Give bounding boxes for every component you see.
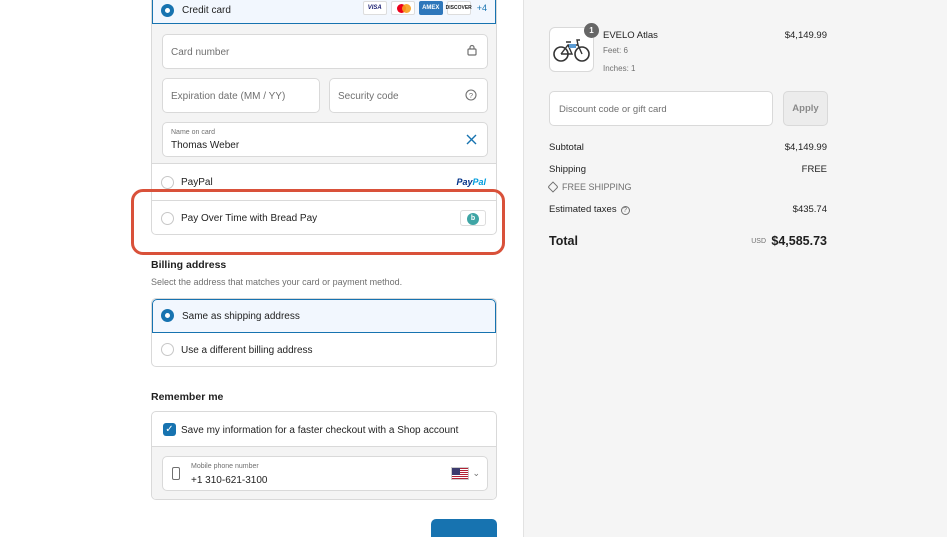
- us-flag-icon[interactable]: [451, 467, 469, 480]
- more-cards-count[interactable]: +4: [477, 3, 487, 13]
- billing-subtitle: Select the address that matches your car…: [151, 277, 403, 287]
- different-address-label: Use a different billing address: [181, 345, 313, 356]
- taxes-help-icon[interactable]: ?: [620, 206, 630, 215]
- card-number-placeholder: Card number: [171, 47, 230, 58]
- subtotal-value: $4,149.99: [784, 142, 827, 153]
- payment-option-credit-card[interactable]: Credit card VISA AMEX DISCOVER +4: [152, 0, 496, 24]
- same-address-radio[interactable]: [161, 309, 174, 322]
- product-name: EVELO Atlas: [603, 30, 658, 41]
- free-shipping-text: FREE SHIPPING: [562, 182, 632, 192]
- total-value: $4,585.73: [771, 234, 827, 248]
- product-price: $4,149.99: [784, 30, 827, 41]
- order-summary-panel: [523, 0, 947, 537]
- pay-now-button[interactable]: [431, 519, 497, 537]
- same-address-label: Same as shipping address: [182, 311, 300, 322]
- paypal-logo-part-b: Pal: [472, 177, 486, 187]
- subtotal-label: Subtotal: [549, 142, 584, 153]
- clear-icon[interactable]: [466, 134, 477, 148]
- different-address-radio[interactable]: [161, 343, 174, 356]
- credit-card-radio[interactable]: [161, 4, 174, 17]
- total-label: Total: [549, 234, 578, 248]
- expiration-date-field[interactable]: Expiration date (MM / YY): [162, 78, 320, 113]
- phone-icon: [172, 467, 180, 480]
- help-icon[interactable]: ?: [465, 89, 477, 104]
- product-variant-inches: Inches: 1: [603, 64, 636, 73]
- credit-card-form: Card number Expiration date (MM / YY) Se…: [152, 24, 496, 164]
- visa-icon: VISA: [362, 1, 387, 15]
- billing-option-different[interactable]: Use a different billing address: [152, 333, 496, 366]
- expiration-placeholder: Expiration date (MM / YY): [171, 91, 286, 102]
- billing-option-same[interactable]: Same as shipping address: [152, 299, 496, 333]
- discount-code-input[interactable]: Discount code or gift card: [549, 91, 773, 126]
- shipping-label: Shipping: [549, 164, 586, 175]
- discover-icon: DISCOVER: [446, 1, 472, 15]
- security-code-placeholder: Security code: [338, 91, 399, 102]
- apply-button[interactable]: Apply: [783, 91, 828, 126]
- security-code-field[interactable]: Security code ?: [329, 78, 488, 113]
- card-number-field[interactable]: Card number: [162, 34, 488, 69]
- save-info-row[interactable]: ✓ Save my information for a faster check…: [152, 412, 496, 447]
- name-on-card-field[interactable]: Name on card Thomas Weber: [162, 122, 488, 157]
- save-info-label: Save my information for a faster checkou…: [181, 425, 459, 436]
- billing-options: Same as shipping address Use a different…: [151, 298, 497, 367]
- paypal-logo-part-a: Pay: [456, 177, 473, 187]
- shipping-value: FREE: [801, 164, 827, 175]
- phone-field[interactable]: Mobile phone number +1 310-621-3100 ⌄: [162, 456, 488, 491]
- chevron-down-icon[interactable]: ⌄: [472, 468, 480, 479]
- taxes-value: $435.74: [792, 204, 827, 215]
- phone-value: +1 310-621-3100: [191, 475, 268, 486]
- card-brands: VISA AMEX DISCOVER +4: [362, 1, 487, 15]
- credit-card-label: Credit card: [182, 5, 231, 16]
- svg-text:?: ?: [469, 91, 473, 100]
- save-info-checkbox[interactable]: ✓: [163, 423, 176, 436]
- lock-icon: [467, 44, 477, 59]
- tag-icon: [547, 181, 559, 193]
- paypal-label: PayPal: [181, 177, 213, 188]
- free-shipping-tag: FREE SHIPPING: [547, 181, 632, 193]
- name-on-card-label: Name on card: [171, 129, 215, 136]
- phone-label: Mobile phone number: [191, 463, 259, 470]
- mastercard-icon: [390, 1, 415, 15]
- phone-section: Mobile phone number +1 310-621-3100 ⌄: [152, 447, 496, 499]
- name-on-card-value: Thomas Weber: [171, 140, 240, 151]
- paypal-logo: PayPal: [456, 177, 486, 187]
- product-variant-feet: Feet: 6: [603, 46, 628, 55]
- billing-title: Billing address: [151, 259, 227, 271]
- taxes-label: Estimated taxes: [549, 204, 617, 215]
- currency-code: USD: [751, 238, 766, 245]
- paypal-radio[interactable]: [161, 176, 174, 189]
- amex-icon: AMEX: [418, 1, 443, 15]
- remember-me-box: ✓ Save my information for a faster check…: [151, 411, 497, 500]
- discount-placeholder: Discount code or gift card: [559, 104, 667, 115]
- highlight-annotation: [131, 189, 505, 255]
- quantity-badge: 1: [584, 23, 599, 38]
- remember-title: Remember me: [151, 391, 224, 403]
- taxes-row-label: Estimated taxes?: [549, 204, 630, 215]
